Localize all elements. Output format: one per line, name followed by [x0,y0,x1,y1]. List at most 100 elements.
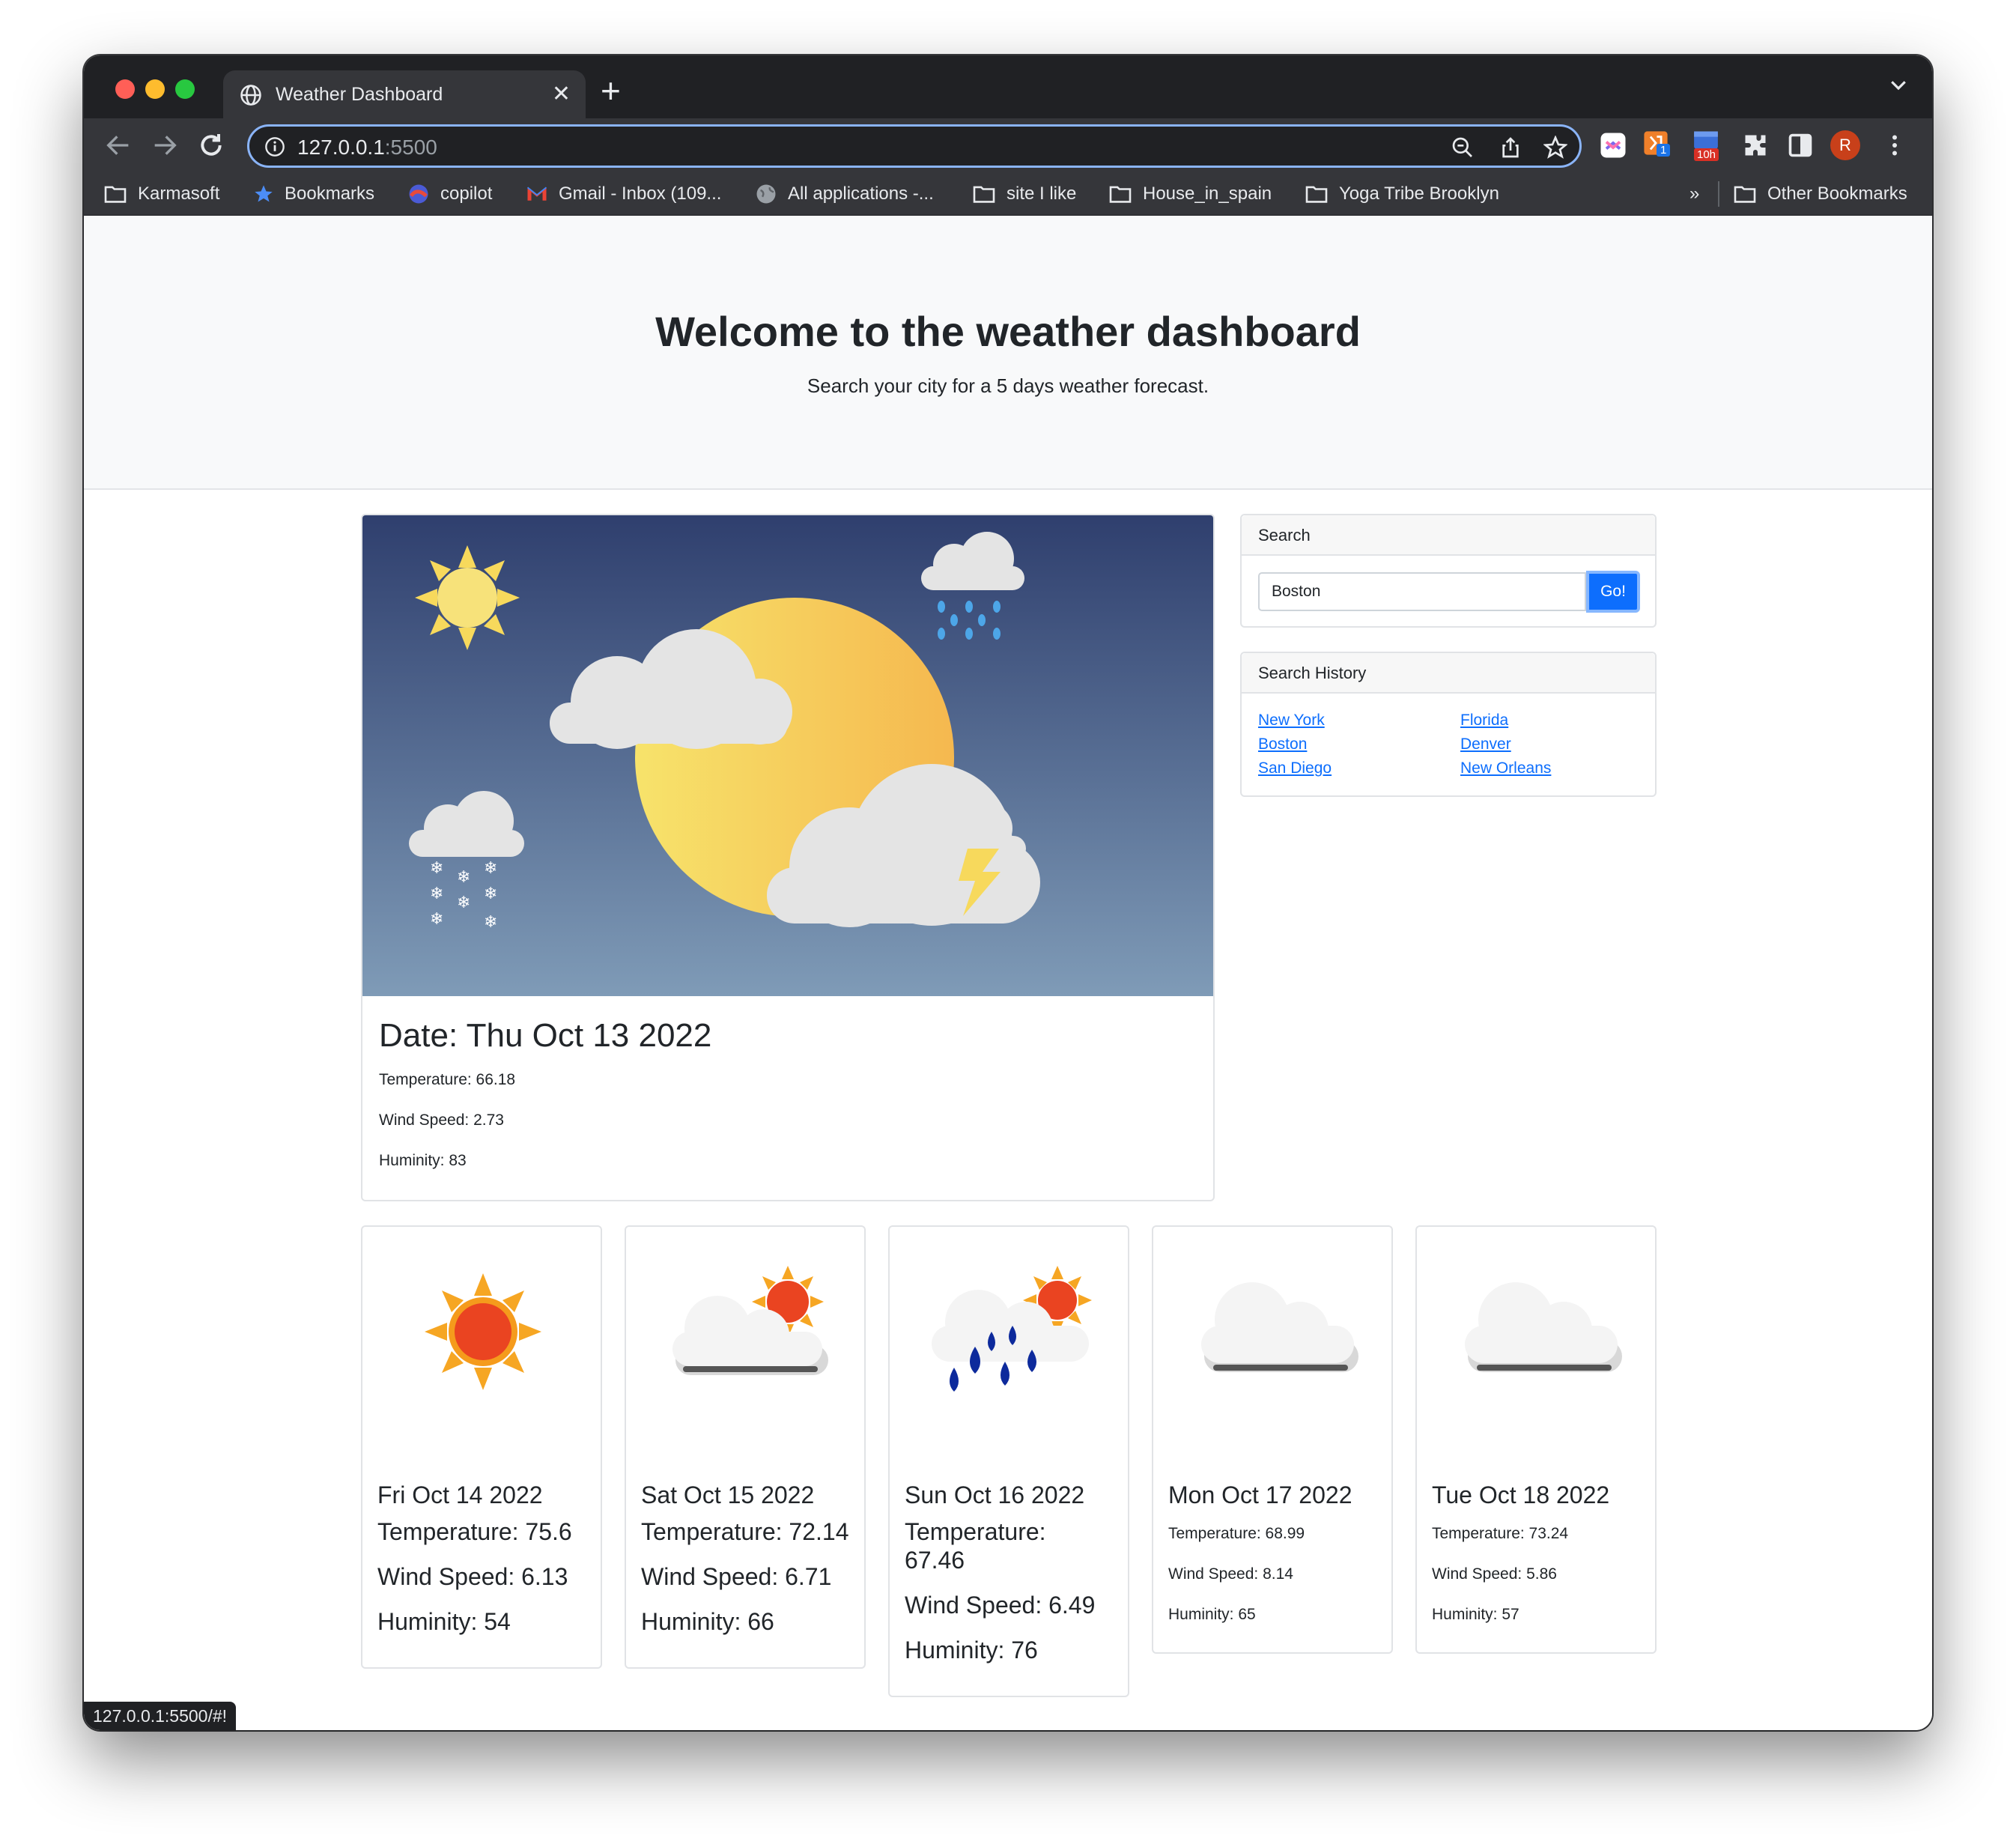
bookmark-gmail[interactable]: Gmail - Inbox (109... [526,181,721,207]
extension-one[interactable]: 1 [1643,130,1673,163]
svg-text:❄: ❄ [457,868,470,887]
side-panel-icon[interactable] [1787,132,1814,159]
svg-text:❄: ❄ [484,885,497,903]
history-link[interactable]: Florida [1460,712,1508,730]
hero-banner: Welcome to the weather dashboard Search … [84,216,1932,490]
folder-icon [1734,186,1756,203]
address-bar[interactable]: 127.0.0.1:5500 [247,124,1582,168]
search-card-header: Search [1242,515,1655,556]
clickup-extension-icon[interactable] [1600,132,1627,159]
weather-illustration: ❄ ❄ ❄ ❄ ❄ ❄ ❄ ❄ [362,515,1213,996]
forecast-card: Sun Oct 16 2022 Temperature: 67.46 Wind … [888,1225,1129,1697]
partly-cloudy-icon [672,1266,828,1375]
forecast-card: Sat Oct 15 2022 Temperature: 72.14 Wind … [625,1225,866,1669]
svg-text:❄: ❄ [430,910,443,929]
bookmark-yoga-tribe[interactable]: Yoga Tribe Brooklyn [1305,181,1499,207]
search-card-title: Search [1258,526,1311,545]
back-icon[interactable] [103,130,133,160]
folder-icon [1109,186,1132,203]
rain-sun-icon [932,1266,1092,1392]
close-tab-icon[interactable]: ✕ [552,79,571,109]
sun-icon [425,1273,541,1390]
go-button[interactable]: Go! [1586,571,1640,613]
reload-icon[interactable] [196,130,226,160]
forecast-temperature-value: 67.46 [905,1547,965,1574]
bookmarks-overflow-button[interactable]: » [1689,181,1699,207]
svg-text:❄: ❄ [457,894,470,912]
gmail-icon [526,186,547,201]
puzzle-icon[interactable] [1742,132,1769,159]
forecast-date: Sat Oct 15 2022 [641,1481,815,1508]
forecast-temperature: Temperature: 73.24 [1432,1525,1569,1542]
chevron-down-icon[interactable] [1887,73,1910,96]
bookmark-other-bookmarks[interactable]: Other Bookmarks [1733,181,1907,207]
forecast-temperature: Temperature: 68.99 [1168,1525,1305,1542]
folder-icon [104,186,127,203]
minimize-window-button[interactable] [145,79,165,99]
browser-tab[interactable]: Weather Dashboard ✕ [223,70,586,118]
more-menu-icon[interactable] [1881,132,1908,159]
forecast-wind-speed: Wind Speed: 6.71 [641,1563,832,1590]
current-temperature: Temperature: 66.18 [379,1071,516,1088]
star-icon [255,185,273,202]
forward-icon[interactable] [150,130,180,160]
forecast-humidity: Huminity: 54 [377,1608,511,1635]
extension-two[interactable]: 10h [1692,130,1725,163]
bookmarks-bar: Karmasoft Bookmarks copilot Gmail - Inbo… [84,172,1932,216]
current-wind-speed: Wind Speed: 2.73 [379,1111,504,1129]
page-subtitle: Search your city for a 5 days weather fo… [807,374,1209,397]
tab-title: Weather Dashboard [276,84,443,105]
extension-badge: 10h [1694,148,1719,161]
globe-icon [756,184,776,204]
history-link[interactable]: San Diego [1258,759,1332,777]
svg-text:❄: ❄ [430,859,443,878]
bookmark-copilot[interactable]: copilot [407,181,492,207]
bookmark-label: All applications -... [788,184,934,204]
bookmark-site-i-like[interactable]: site I like [972,181,1076,207]
forecast-humidity: Huminity: 76 [905,1637,1038,1663]
forecast-date: Sun Oct 16 2022 [905,1481,1085,1508]
bookmark-karmasoft[interactable]: Karmasoft [103,181,219,207]
history-link[interactable]: Boston [1258,736,1307,753]
forecast-temperature-label: Temperature: [905,1518,1046,1545]
bookmark-label: copilot [440,184,493,204]
city-search-input[interactable] [1258,572,1586,611]
share-icon[interactable] [1499,136,1522,160]
bookmark-label: Bookmarks [285,184,375,204]
bookmark-label: Other Bookmarks [1767,184,1907,204]
forecast-humidity: Huminity: 57 [1432,1606,1519,1623]
search-history-header: Search History [1242,653,1655,694]
ext-calendar-icon [1694,131,1718,149]
close-window-button[interactable] [115,79,135,99]
forecast-temperature: Temperature: 75.6 [377,1518,572,1545]
folder-icon [973,186,995,203]
small-sun-icon [415,545,520,650]
bookmark-house-in-spain[interactable]: House_in_spain [1108,181,1272,207]
forecast-wind-speed: Wind Speed: 5.86 [1432,1565,1557,1583]
star-icon[interactable] [1543,136,1567,160]
bookmark-bookmarks[interactable]: Bookmarks [253,181,374,207]
history-link[interactable]: New York [1258,712,1325,730]
page-title: Welcome to the weather dashboard [655,308,1361,355]
zoom-icon[interactable] [1451,136,1475,160]
history-link[interactable]: New Orleans [1460,759,1551,777]
copilot-icon [409,184,428,204]
new-tab-button[interactable]: + [601,72,621,109]
forecast-card: Fri Oct 14 2022 Temperature: 75.6 Wind S… [361,1225,602,1669]
browser-toolbar: 127.0.0.1:5500 1 10h R [84,118,1932,172]
info-icon[interactable] [264,136,285,157]
current-date: Date: Thu Oct 13 2022 [379,1017,712,1054]
svg-text:❄: ❄ [484,859,497,878]
bookmark-label: Karmasoft [138,184,220,204]
maximize-window-button[interactable] [175,79,195,99]
bookmark-label: Yoga Tribe Brooklyn [1339,184,1499,204]
forecast-wind-speed: Wind Speed: 6.49 [905,1592,1096,1619]
bookmark-all-applications[interactable]: All applications -... [755,181,934,207]
forecast-card: Mon Oct 17 2022 Temperature: 68.99 Wind … [1152,1225,1393,1654]
profile-avatar[interactable]: R [1830,130,1860,160]
url-text: 127.0.0.1:5500 [297,136,437,159]
history-link[interactable]: Denver [1460,736,1511,753]
search-history-title: Search History [1258,664,1367,682]
search-history-card: Search History New York Florida Boston D… [1240,652,1657,797]
forecast-temperature: Temperature: 72.14 [641,1518,849,1545]
